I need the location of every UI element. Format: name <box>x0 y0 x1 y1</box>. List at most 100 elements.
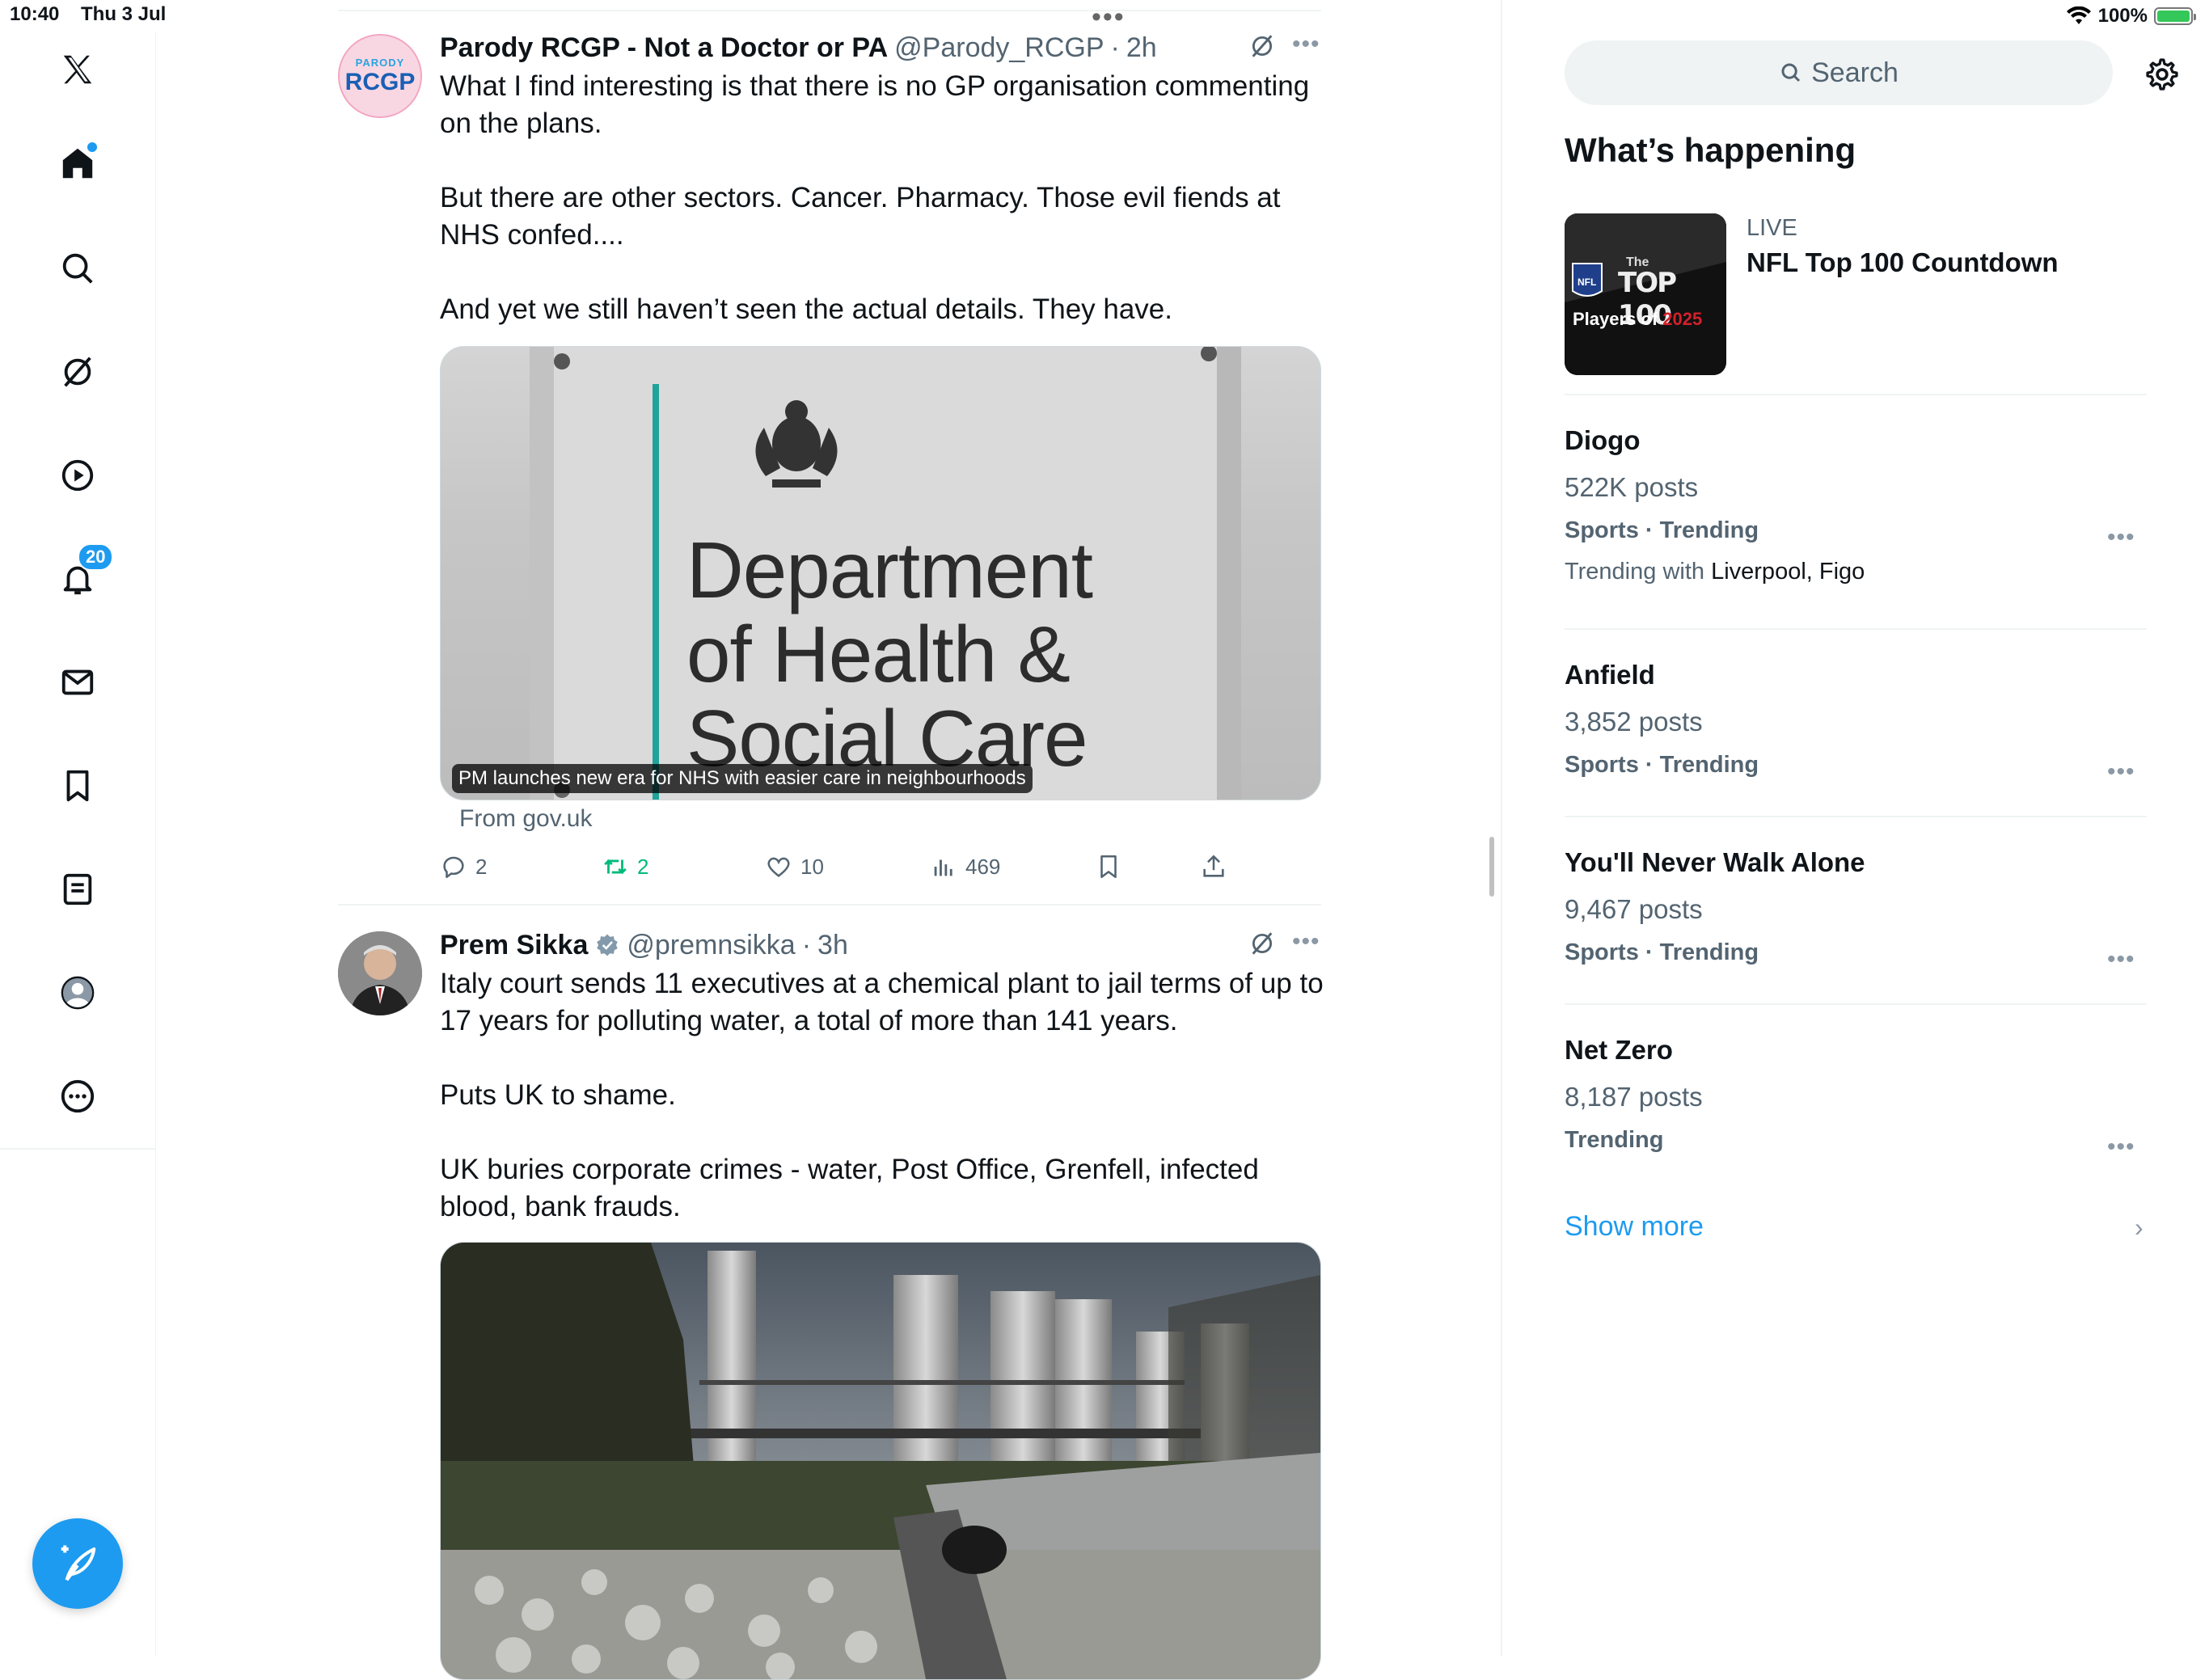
card-source[interactable]: From gov.uk <box>459 805 593 833</box>
nav-video[interactable] <box>49 446 107 504</box>
compose-feather-icon <box>61 1545 96 1581</box>
trend-category: Sports · Trending <box>1565 517 1759 543</box>
live-thumbnail[interactable]: NFL The TOP 100 Players of 2025 <box>1565 213 1726 375</box>
whats-happening-title: What’s happening <box>1565 131 1856 169</box>
tweet-author-name[interactable]: Prem Sikka <box>440 930 588 961</box>
avatar-photo <box>338 931 422 1015</box>
tweet-actions: 2 2 10 469 <box>440 851 1248 883</box>
tweet-grok-button[interactable] <box>1248 930 1276 961</box>
trend-post-count: 3,852 posts <box>1565 707 1703 737</box>
live-label: LIVE <box>1747 215 1797 241</box>
tweet-avatar[interactable] <box>338 931 422 1015</box>
settings-button[interactable] <box>2144 57 2180 92</box>
thumb-players: Players of <box>1573 309 1658 329</box>
nav-home[interactable] <box>49 134 107 192</box>
multitasking-handle[interactable]: ••• <box>1092 3 1126 31</box>
sign-text: Department of Health & Social Care <box>686 526 1093 780</box>
chevron-right-icon: › <box>2135 1213 2144 1242</box>
trend-divider <box>1565 628 2147 630</box>
search-icon <box>62 253 93 284</box>
status-time: 10:40 <box>10 3 60 25</box>
repost-icon <box>604 859 627 875</box>
show-more-link[interactable]: Show more <box>1565 1211 1704 1243</box>
more-circle-icon <box>61 1079 95 1113</box>
bookmark-icon <box>66 770 89 802</box>
trend-item[interactable]: Anfield 3,852 posts Sports · Trending <box>1565 660 2147 779</box>
nav-bookmarks[interactable] <box>49 757 107 815</box>
tweet-separator: · <box>801 929 812 960</box>
repost-button[interactable]: 2 <box>602 853 648 880</box>
tweet-avatar[interactable]: PARODY RCGP <box>338 34 422 118</box>
trend-name: Net Zero <box>1565 1035 1673 1065</box>
tweet-text: Italy court sends 11 executives at a che… <box>440 965 1329 1226</box>
thumb-players-label: Players of 2025 <box>1573 309 1702 330</box>
profile-icon <box>61 976 95 1010</box>
trend-more-icon[interactable]: ••• <box>2107 524 2135 551</box>
tweet-media-image[interactable] <box>440 1242 1321 1680</box>
tweet-grok-button[interactable] <box>1248 32 1276 64</box>
mail-icon <box>61 669 94 695</box>
x-logo-icon[interactable] <box>49 40 107 99</box>
link-card[interactable]: Department of Health & Social Care PM la… <box>440 346 1321 800</box>
sign-line: of Health & <box>686 610 1071 699</box>
trend-more-icon[interactable]: ••• <box>2107 946 2135 973</box>
compose-post-button[interactable] <box>32 1518 123 1609</box>
nav-notifications[interactable]: 20 <box>49 543 114 608</box>
reply-button[interactable]: 2 <box>440 853 487 880</box>
tweet-more-icon[interactable]: ••• <box>1292 31 1320 58</box>
trend-more-icon[interactable]: ••• <box>2107 758 2135 786</box>
tweet-time[interactable]: 2h <box>1126 32 1157 64</box>
nav-profile[interactable] <box>49 964 107 1022</box>
notifications-badge: 20 <box>78 543 114 571</box>
nav-messages[interactable] <box>49 653 107 711</box>
gear-icon <box>2146 58 2178 91</box>
tweet-paragraph: But there are other sectors. Cancer. Pha… <box>440 182 1281 251</box>
nav-explore[interactable] <box>49 239 107 298</box>
trend-post-count: 8,187 posts <box>1565 1082 1703 1112</box>
tweet-author-handle[interactable]: @Parody_RCGP <box>894 32 1104 64</box>
tweet-time[interactable]: 3h <box>817 930 848 961</box>
battery-icon <box>2154 7 2196 25</box>
share-icon <box>1203 855 1224 877</box>
tweet-paragraph: And yet we still haven’t seen the actual… <box>440 293 1173 325</box>
like-button[interactable]: 10 <box>765 853 824 880</box>
trend-name: You'll Never Walk Alone <box>1565 847 1865 877</box>
grok-icon <box>1252 35 1273 57</box>
reply-count: 2 <box>475 854 488 879</box>
chemical-plant-photo <box>441 1243 1320 1679</box>
search-placeholder: Search <box>1811 57 1899 88</box>
thumb-year: 2025 <box>1662 309 1703 329</box>
nav-more[interactable] <box>49 1067 107 1125</box>
search-input[interactable]: Search <box>1565 40 2113 105</box>
avatar-parody-text: PARODY <box>355 56 405 69</box>
tweet-more-icon[interactable]: ••• <box>1292 928 1320 956</box>
trend-item[interactable]: You'll Never Walk Alone 9,467 posts Spor… <box>1565 847 2147 966</box>
tweet-author-name[interactable]: Parody RCGP - Not a Doctor or PA <box>440 32 888 64</box>
trend-more-icon[interactable]: ••• <box>2107 1133 2135 1161</box>
sign-line: Department <box>686 526 1093 614</box>
verified-badge-icon <box>597 934 619 956</box>
timeline-top-border <box>338 10 1321 11</box>
timeline-scrollbar[interactable] <box>1489 837 1494 897</box>
trend-item[interactable]: Diogo 522K posts Sports · Trending Trend… <box>1565 425 2147 585</box>
nav-grok[interactable] <box>49 343 107 401</box>
avatar-rcgp-text: RCGP <box>344 68 416 95</box>
tweet-author-handle[interactable]: @premnsikka <box>627 930 795 961</box>
bookmark-button[interactable] <box>1095 853 1122 880</box>
trend-item[interactable]: Net Zero 8,187 posts Trending <box>1565 1035 2147 1154</box>
view-count: 469 <box>965 854 1001 879</box>
play-circle-icon <box>61 459 94 492</box>
status-indicators: 100% <box>2066 2 2196 31</box>
trend-post-count: 522K posts <box>1565 472 1699 502</box>
views-button[interactable]: 469 <box>930 853 1000 880</box>
share-button[interactable] <box>1200 853 1227 880</box>
trend-divider <box>1565 394 2147 395</box>
nav-divider <box>0 1148 155 1150</box>
heart-icon <box>767 857 790 877</box>
reply-icon <box>443 856 464 879</box>
nav-lists[interactable] <box>49 860 107 918</box>
bookmark-icon <box>1100 855 1117 879</box>
tweet-paragraph: Italy court sends 11 executives at a che… <box>440 968 1324 1036</box>
live-title[interactable]: NFL Top 100 Countdown <box>1747 247 2059 278</box>
trend-post-count: 9,467 posts <box>1565 894 1703 924</box>
